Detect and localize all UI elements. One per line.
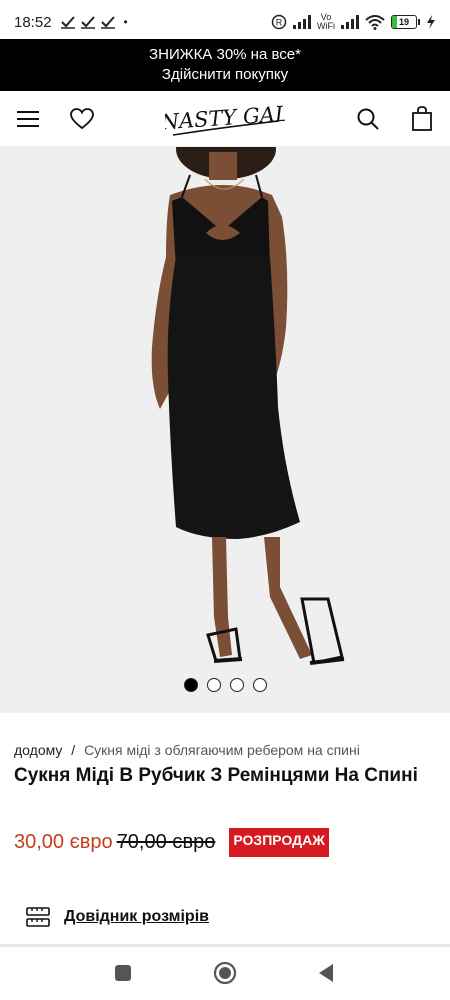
product-title: Сукня Міді В Рубчик З Ремінцями На Спині (14, 765, 418, 786)
product-photo[interactable] (0, 147, 450, 713)
status-time: 18:52 (14, 13, 52, 31)
search-button[interactable] (350, 101, 386, 137)
check-icon (100, 16, 115, 29)
logo-text: NASTY GAL (165, 102, 285, 135)
bag-icon (412, 106, 432, 131)
site-header: NASTY GAL (0, 91, 450, 147)
breadcrumb-separator: / (71, 742, 76, 758)
svg-text:R: R (276, 18, 283, 28)
home-circle-icon (213, 961, 237, 985)
sale-price: 30,00 євро (14, 831, 113, 853)
charging-icon (427, 15, 435, 29)
size-guide-link[interactable]: Довідник розмірів (26, 906, 209, 928)
back-triangle-icon (319, 964, 333, 982)
status-bar: 18:52 • R Vo WiFi 19 (0, 0, 450, 44)
wifi-icon (365, 14, 385, 30)
notification-icons: • (60, 15, 128, 29)
gallery-dot[interactable] (252, 678, 267, 692)
gallery-dot[interactable] (229, 678, 244, 692)
battery-level: 19 (398, 17, 409, 27)
gallery-dot[interactable] (183, 678, 198, 692)
check-icon (60, 16, 75, 29)
menu-button[interactable] (10, 101, 46, 137)
home-button[interactable] (205, 953, 245, 993)
menu-icon (17, 111, 39, 127)
heart-icon (70, 108, 94, 130)
sale-badge: РОЗПРОДАЖ (229, 828, 329, 857)
recents-button[interactable] (103, 953, 143, 993)
battery-icon: 19 (391, 15, 420, 29)
gallery-pagination (0, 678, 450, 692)
promo-discount-text: ЗНИЖКА 30% на все* (149, 46, 301, 63)
breadcrumb: додому / Сукня міді з облягаючим ребером… (14, 742, 360, 758)
signal-icon (293, 15, 311, 29)
wishlist-button[interactable] (64, 101, 100, 137)
recents-square-icon (115, 965, 131, 981)
original-price: 70,00 євро (116, 831, 216, 853)
check-icon (80, 16, 95, 29)
gallery-dot[interactable] (206, 678, 221, 692)
status-right: R Vo WiFi 19 (271, 13, 436, 31)
back-button[interactable] (306, 953, 346, 993)
price-row: 30,00 євро 70,00 євро РОЗПРОДАЖ (14, 828, 329, 857)
breadcrumb-home-link[interactable]: додому (14, 742, 62, 758)
vowifi-icon: Vo WiFi (317, 12, 335, 31)
ruler-icon (26, 907, 50, 927)
system-nav-bar (0, 947, 450, 1000)
cart-button[interactable] (404, 101, 440, 137)
promo-shop-link[interactable]: Здійснити покупку (0, 65, 450, 85)
search-icon (357, 108, 379, 130)
breadcrumb-current: Сукня міді з облягаючим ребером на спині (84, 742, 360, 758)
r-circle-icon: R (271, 14, 287, 30)
size-guide-label[interactable]: Довідник розмірів (64, 908, 209, 926)
product-gallery[interactable] (0, 147, 450, 713)
battery-fill (392, 16, 397, 28)
promo-banner[interactable]: ЗНИЖКА 30% на все* Здійснити покупку (0, 39, 450, 91)
brand-logo[interactable]: NASTY GAL (159, 97, 290, 141)
status-dot: • (123, 15, 128, 29)
signal-icon (341, 15, 359, 29)
